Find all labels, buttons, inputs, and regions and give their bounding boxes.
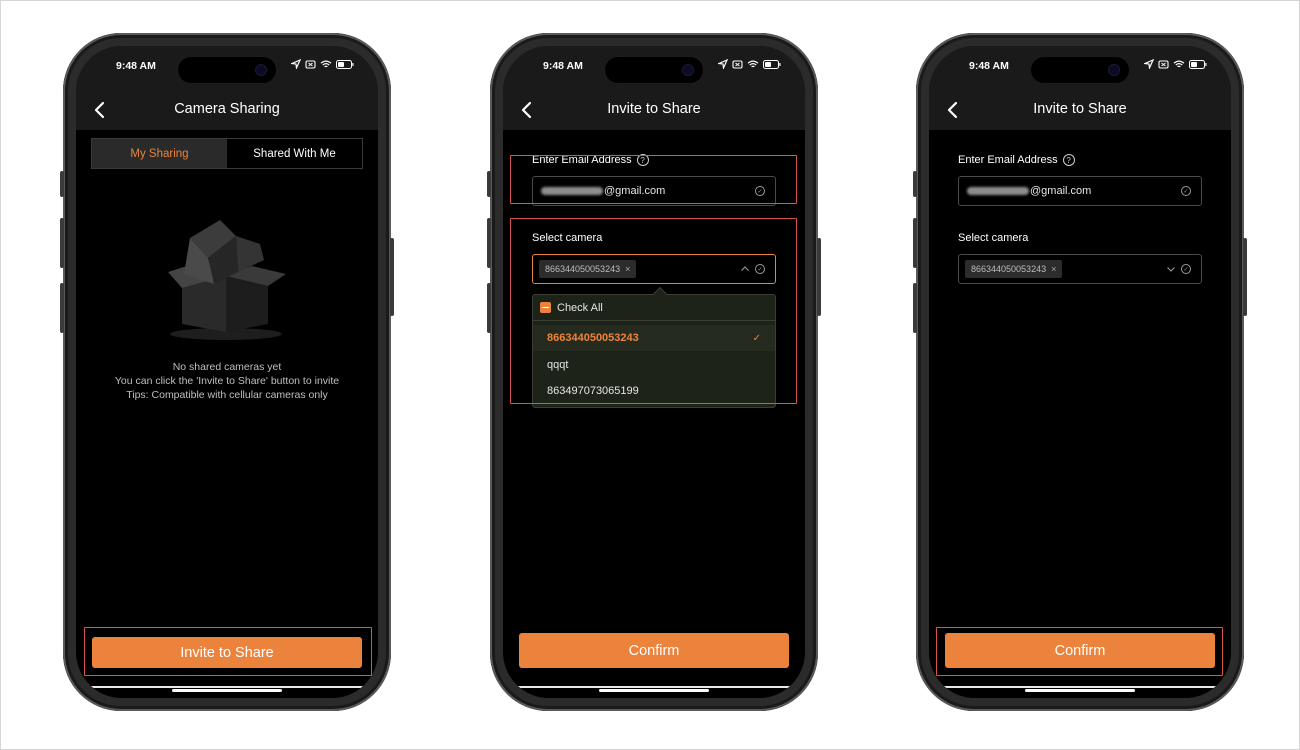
highlight-box <box>84 627 372 676</box>
location-icon <box>291 59 301 69</box>
bottom-edge <box>503 678 805 698</box>
sim-icon <box>305 59 316 69</box>
home-indicator[interactable] <box>599 689 709 692</box>
side-button <box>487 171 491 197</box>
wifi-icon <box>1173 60 1185 67</box>
help-icon[interactable]: ? <box>1062 154 1075 166</box>
home-indicator[interactable] <box>172 689 282 692</box>
dynamic-island <box>177 56 277 84</box>
redacted-text <box>967 187 1029 195</box>
empty-state-line: Tips: Compatible with cellular cameras o… <box>126 389 328 401</box>
side-button <box>817 238 821 316</box>
sim-icon <box>732 59 743 69</box>
side-button <box>487 283 491 333</box>
phone-camera-sharing: 9:48 AM Camera Sharing My Sharing Shared… <box>60 33 394 711</box>
highlight-box <box>510 218 797 404</box>
camera-chip-label: 866344050053243 <box>971 264 1047 274</box>
bottom-edge <box>76 678 378 698</box>
nav-bar: Invite to Share <box>929 90 1231 130</box>
battery-icon <box>336 59 354 69</box>
page-title: Invite to Share <box>607 101 701 117</box>
side-button <box>913 218 917 268</box>
status-icons <box>718 59 781 69</box>
phone-screen: 9:48 AM Camera Sharing My Sharing Shared… <box>76 46 378 698</box>
highlight-box <box>936 627 1223 676</box>
camera-lens <box>1109 65 1119 75</box>
phone-invite-confirm: 9:48 AM Invite to Share Enter Email Addr… <box>913 33 1247 711</box>
camera-label: Select camera <box>958 232 1028 244</box>
status-time: 9:48 AM <box>969 60 1009 72</box>
side-button <box>487 218 491 268</box>
side-button <box>913 171 917 197</box>
home-indicator[interactable] <box>1025 689 1135 692</box>
empty-state-message: No shared cameras yet You can click the … <box>76 360 378 402</box>
highlight-box <box>510 155 797 204</box>
battery-icon <box>763 59 781 69</box>
sim-icon <box>1158 59 1169 69</box>
bottom-edge <box>929 678 1231 698</box>
chip-close-icon[interactable]: × <box>1051 264 1056 274</box>
camera-select[interactable]: 866344050053243 × ✓ <box>958 254 1202 284</box>
side-button <box>390 238 394 316</box>
bottom-strip <box>90 686 364 688</box>
email-input[interactable]: @gmail.com ✓ <box>958 176 1202 206</box>
empty-state-line: You can click the 'Invite to Share' butt… <box>114 375 340 387</box>
sharing-tabs: My Sharing Shared With Me <box>91 138 363 169</box>
camera-label-text: Select camera <box>958 232 1029 244</box>
empty-state-line: No shared cameras yet <box>172 361 282 373</box>
tab-shared-with-me[interactable]: Shared With Me <box>227 139 362 168</box>
status-time: 9:48 AM <box>116 60 156 72</box>
empty-box-icon <box>168 220 286 340</box>
chevron-down-icon[interactable] <box>1166 264 1176 274</box>
side-button <box>913 283 917 333</box>
camera-chip[interactable]: 866344050053243 × <box>965 260 1063 278</box>
page-title: Invite to Share <box>1033 101 1127 117</box>
side-button <box>1243 238 1247 316</box>
check-circle-icon: ✓ <box>1181 264 1191 274</box>
phone-screen: 9:48 AM Invite to Share Enter Email Addr… <box>929 46 1231 698</box>
nav-bar: Invite to Share <box>503 90 805 130</box>
status-time: 9:48 AM <box>543 60 583 72</box>
camera-lens <box>683 65 693 75</box>
wifi-icon <box>320 60 332 67</box>
battery-icon <box>1189 59 1207 69</box>
email-label-text: Enter Email Address <box>958 154 1058 166</box>
side-button <box>60 171 64 197</box>
email-label: Enter Email Address ? <box>958 154 1075 166</box>
tab-my-sharing[interactable]: My Sharing <box>92 139 227 168</box>
dynamic-island <box>1030 56 1130 84</box>
location-icon <box>1144 59 1154 69</box>
status-icons <box>1144 59 1207 69</box>
camera-lens <box>256 65 266 75</box>
page-title: Camera Sharing <box>174 101 280 117</box>
confirm-button[interactable]: Confirm <box>519 633 789 668</box>
side-button <box>60 283 64 333</box>
dynamic-island <box>604 56 704 84</box>
bottom-strip <box>517 686 791 688</box>
location-icon <box>718 59 728 69</box>
status-icons <box>291 59 354 69</box>
email-suffix: @gmail.com <box>1030 185 1092 197</box>
side-button <box>60 218 64 268</box>
wifi-icon <box>747 60 759 67</box>
nav-bar: Camera Sharing <box>76 90 378 130</box>
bottom-strip <box>943 686 1217 688</box>
check-circle-icon: ✓ <box>1181 186 1191 196</box>
